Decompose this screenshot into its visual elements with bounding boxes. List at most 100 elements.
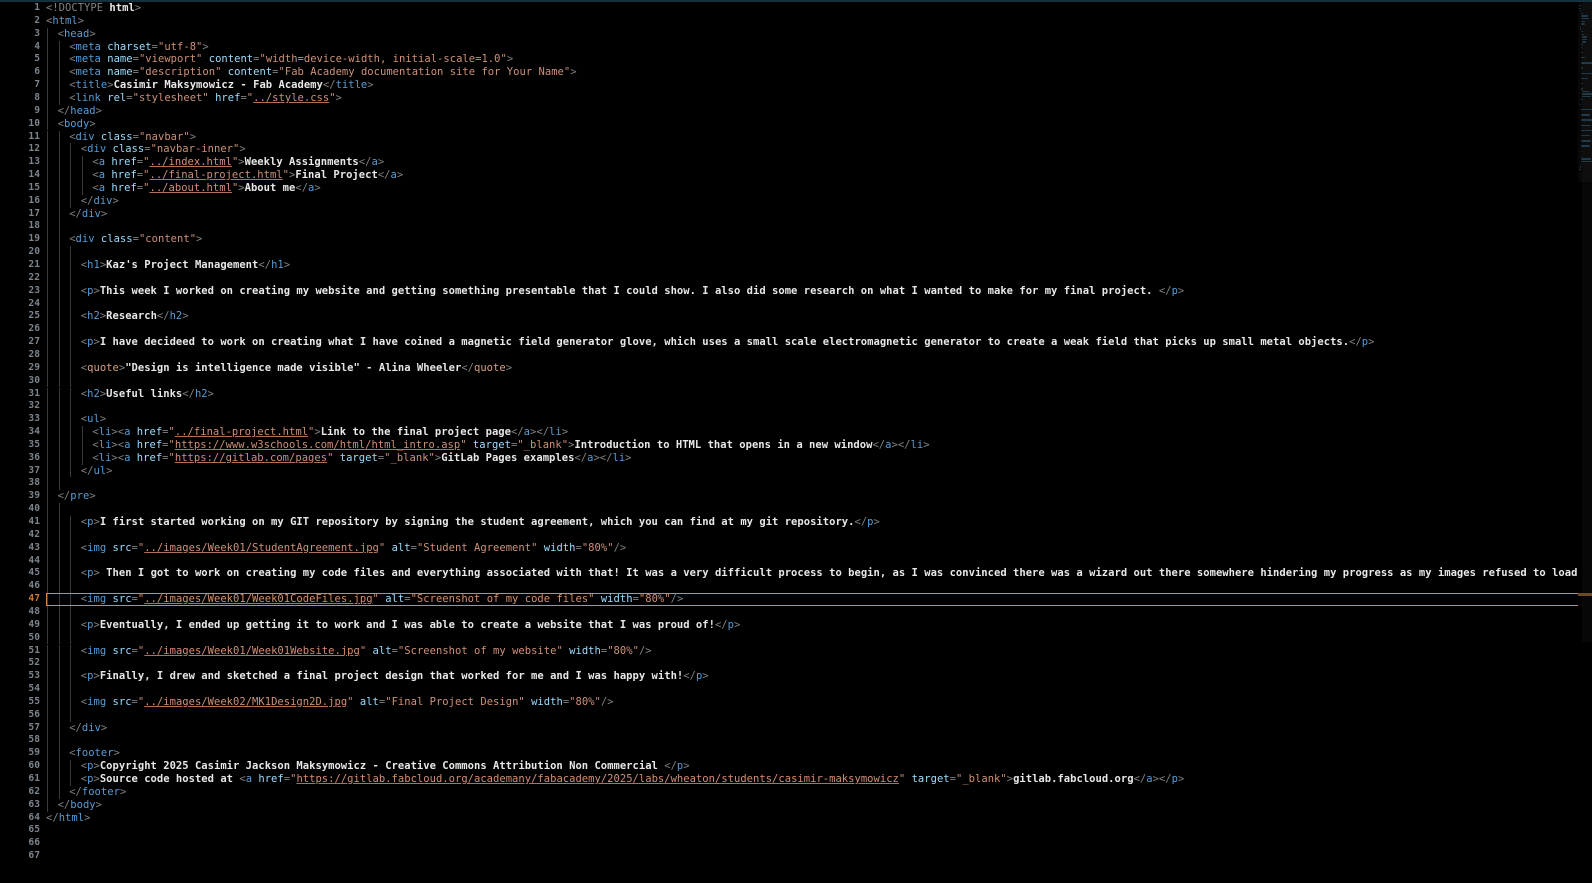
- code-line[interactable]: 50: [0, 631, 1592, 645]
- code-line[interactable]: 48: [0, 605, 1592, 619]
- code-text[interactable]: <meta name="description" content="Fab Ac…: [69, 66, 576, 79]
- code-line[interactable]: 55 <img src="../images/Week02/MK1Design2D…: [0, 695, 1592, 709]
- code-line[interactable]: 31 <h2>Useful links</h2>: [0, 387, 1592, 401]
- code-line[interactable]: 44: [0, 554, 1592, 568]
- code-text[interactable]: <meta charset="utf-8">: [69, 41, 209, 54]
- code-line[interactable]: 19 <div class="content">: [0, 233, 1592, 247]
- code-line[interactable]: 59 <footer>: [0, 747, 1592, 761]
- code-text[interactable]: <img src="../images/Week01/StudentAgreem…: [81, 542, 626, 555]
- code-line[interactable]: 30: [0, 374, 1592, 388]
- code-text[interactable]: <quote>"Design is intelligence made visi…: [81, 362, 512, 375]
- code-line[interactable]: 6 <meta name="description" content="Fab A…: [0, 66, 1592, 80]
- code-text[interactable]: <div class="navbar">: [69, 131, 196, 144]
- code-text[interactable]: </div>: [69, 722, 107, 735]
- code-line[interactable]: 7 <title>Casimir Maksymowicz - Fab Academ…: [0, 79, 1592, 92]
- code-line[interactable]: 41 <p>I first started working on my GIT r…: [0, 516, 1592, 529]
- code-text[interactable]: <p>Eventually, I ended up getting it to …: [81, 619, 741, 632]
- code-line[interactable]: 5 <meta name="viewport" content="width=de…: [0, 53, 1592, 67]
- code-line[interactable]: 35 <li><a href="https://www.w3schools.com…: [0, 438, 1592, 452]
- code-line[interactable]: 67: [0, 850, 1592, 863]
- code-lines-container[interactable]: 1 <!DOCTYPE html> 2 <html> 3 <head> 4 <meta cha…: [0, 2, 1592, 883]
- code-line[interactable]: 18: [0, 220, 1592, 234]
- code-line[interactable]: 47 <img src="../images/Week01/Week01CodeF…: [0, 593, 1592, 606]
- code-line[interactable]: 63 </body>: [0, 798, 1592, 812]
- code-line[interactable]: 46: [0, 580, 1592, 594]
- code-line[interactable]: 62 </footer>: [0, 785, 1592, 799]
- code-line[interactable]: 56: [0, 708, 1592, 722]
- code-line[interactable]: 28: [0, 348, 1592, 362]
- code-text[interactable]: </html>: [46, 812, 90, 825]
- code-text[interactable]: <footer>: [69, 747, 120, 760]
- code-text[interactable]: </pre>: [58, 490, 96, 503]
- code-line[interactable]: 52: [0, 657, 1592, 671]
- code-line[interactable]: 39 </pre>: [0, 490, 1592, 504]
- code-line[interactable]: 15 <a href="../about.html">About me</a>: [0, 181, 1592, 195]
- code-text[interactable]: </ul>: [81, 465, 113, 478]
- code-line[interactable]: 14 <a href="../final-project.html">Final …: [0, 169, 1592, 182]
- code-text[interactable]: <div class="navbar-inner">: [81, 143, 246, 156]
- code-line[interactable]: 12 <div class="navbar-inner">: [0, 143, 1592, 157]
- code-line[interactable]: 65: [0, 824, 1592, 837]
- code-text[interactable]: </div>: [69, 208, 107, 221]
- code-text[interactable]: <a href="../about.html">About me</a>: [92, 182, 320, 195]
- code-line[interactable]: 40: [0, 503, 1592, 516]
- code-line[interactable]: 17 </div>: [0, 207, 1592, 221]
- code-line[interactable]: 57 </div>: [0, 721, 1592, 735]
- code-line[interactable]: 8 <link rel="stylesheet" href="../style.c…: [0, 91, 1592, 105]
- code-text[interactable]: <p>Copyright 2025 Casimir Jackson Maksym…: [81, 760, 690, 773]
- code-text[interactable]: <img src="../images/Week02/MK1Design2D.j…: [81, 696, 614, 709]
- code-text[interactable]: </body>: [58, 799, 102, 812]
- code-line[interactable]: 42: [0, 528, 1592, 542]
- code-text[interactable]: <link rel="stylesheet" href="../style.cs…: [69, 92, 342, 105]
- code-line[interactable]: 16 </div>: [0, 194, 1592, 208]
- code-line[interactable]: 2 <html>: [0, 15, 1592, 28]
- code-text[interactable]: <body>: [58, 118, 96, 131]
- code-text[interactable]: <h2>Useful links</h2>: [81, 388, 214, 401]
- code-line[interactable]: 9 </head>: [0, 104, 1592, 118]
- code-text[interactable]: <ul>: [81, 413, 106, 426]
- code-line[interactable]: 43 <img src="../images/Week01/StudentAgre…: [0, 541, 1592, 555]
- code-text[interactable]: <p>This week I worked on creating my web…: [81, 285, 1184, 298]
- code-text[interactable]: <meta name="viewport" content="width=dev…: [69, 53, 513, 66]
- code-line[interactable]: 24: [0, 297, 1592, 311]
- code-line[interactable]: 4 <meta charset="utf-8">: [0, 40, 1592, 54]
- code-text[interactable]: <p> Then I got to work on creating my co…: [81, 567, 1592, 580]
- code-line[interactable]: 21 <h1>Kaz's Project Management</h1>: [0, 259, 1592, 272]
- code-text[interactable]: <img src="../images/Week01/Week01Website…: [81, 645, 652, 658]
- code-line[interactable]: 20: [0, 246, 1592, 259]
- code-text[interactable]: <h2>Research</h2>: [81, 310, 189, 323]
- code-line[interactable]: 1 <!DOCTYPE html>: [0, 2, 1592, 15]
- code-line[interactable]: 22: [0, 271, 1592, 285]
- code-line[interactable]: 3 <head>: [0, 27, 1592, 41]
- code-line[interactable]: 53 <p>Finally, I drew and sketched a fina…: [0, 670, 1592, 684]
- code-line[interactable]: 66: [0, 837, 1592, 850]
- code-line[interactable]: 33 <ul>: [0, 413, 1592, 427]
- code-line[interactable]: 45 <p> Then I got to work on creating my …: [0, 567, 1592, 581]
- code-line[interactable]: 37 </ul>: [0, 464, 1592, 478]
- code-text[interactable]: <li><a href="https://www.w3schools.com/h…: [92, 439, 929, 452]
- vertical-scrollbar[interactable]: [1582, 2, 1592, 642]
- code-text[interactable]: </footer>: [69, 786, 126, 799]
- code-text[interactable]: <html>: [46, 15, 84, 28]
- code-text[interactable]: <a href="../final-project.html">Final Pr…: [92, 169, 403, 182]
- code-line[interactable]: 25 <h2>Research</h2>: [0, 310, 1592, 324]
- code-line[interactable]: 61 <p>Source code hosted at <a href="http…: [0, 773, 1592, 786]
- code-line[interactable]: 11 <div class="navbar">: [0, 130, 1592, 144]
- code-text[interactable]: <title>Casimir Maksymowicz - Fab Academy…: [69, 79, 373, 92]
- code-line[interactable]: 54: [0, 683, 1592, 696]
- code-text[interactable]: </head>: [58, 105, 102, 118]
- code-text[interactable]: <div class="content">: [69, 233, 202, 246]
- code-text[interactable]: <li><a href="https://gitlab.com/pages" t…: [92, 452, 631, 465]
- code-text[interactable]: </div>: [81, 195, 119, 208]
- code-line[interactable]: 36 <li><a href="https://gitlab.com/pages"…: [0, 451, 1592, 465]
- code-text[interactable]: <img src="../images/Week01/Week01CodeFil…: [81, 593, 684, 606]
- code-editor[interactable]: 1 <!DOCTYPE html> 2 <html> 3 <head> 4 <meta cha…: [0, 0, 1592, 883]
- code-line[interactable]: 26: [0, 323, 1592, 337]
- code-text[interactable]: <p>I first started working on my GIT rep…: [81, 516, 880, 529]
- code-line[interactable]: 58: [0, 734, 1592, 748]
- code-line[interactable]: 49 <p>Eventually, I ended up getting it t…: [0, 618, 1592, 632]
- code-text[interactable]: <li><a href="../final-project.html">Link…: [92, 426, 568, 439]
- code-line[interactable]: 23 <p>This week I worked on creating my w…: [0, 284, 1592, 298]
- code-text[interactable]: <head>: [58, 28, 96, 41]
- code-text[interactable]: <h1>Kaz's Project Management</h1>: [81, 259, 290, 272]
